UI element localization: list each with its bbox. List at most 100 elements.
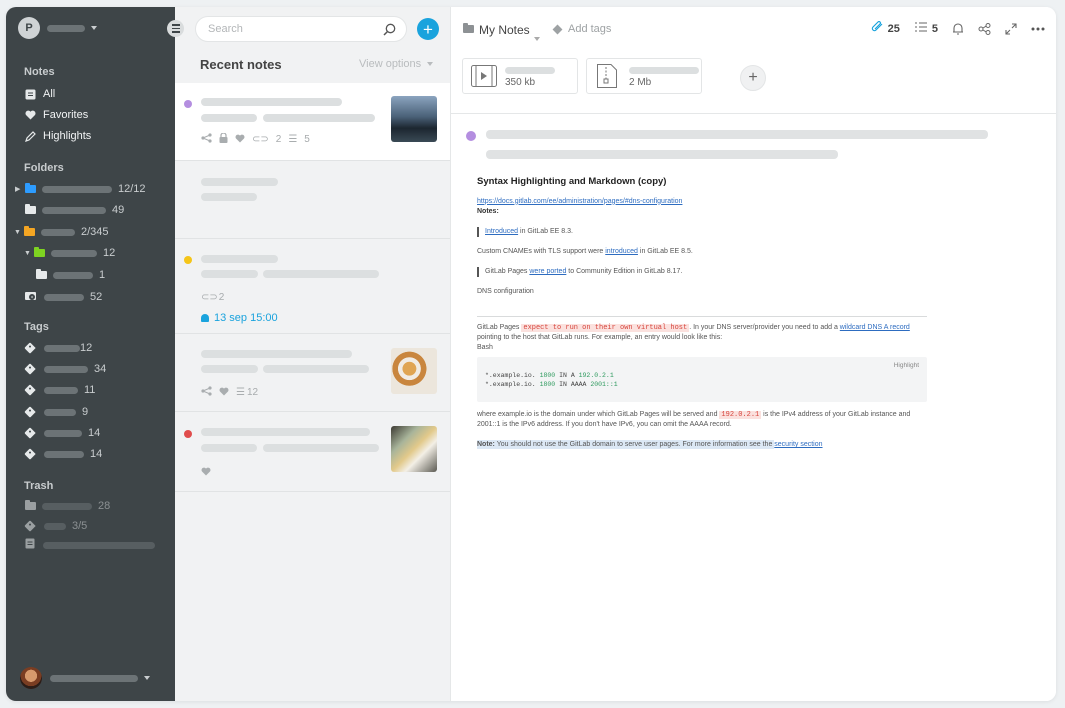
list-item[interactable]: ⊂⊃ 2 ☰ 5 (175, 83, 450, 161)
blockquote: GitLab Pages were ported to Community Ed… (477, 267, 927, 278)
text: Custom CNAMEs with TLS support were (477, 248, 606, 256)
sidebar-item-label: All (43, 88, 56, 100)
trash-note-item[interactable] (25, 538, 155, 552)
file-name-placeholder (505, 67, 555, 74)
color-dot (184, 100, 192, 108)
bell-icon[interactable] (952, 22, 964, 35)
add-attachment-button[interactable]: + (740, 65, 766, 91)
tag-icon (24, 363, 36, 375)
tasks-button[interactable]: 5 (914, 21, 938, 36)
chevron-down-icon[interactable]: ▼ (14, 229, 24, 236)
folder-item[interactable]: 1 (36, 268, 105, 282)
security-link[interactable]: security section (774, 441, 822, 448)
list-item[interactable] (175, 412, 450, 492)
account-switcher[interactable]: P (18, 17, 97, 39)
tag-count: 9 (82, 406, 89, 418)
text: to Community Edition in GitLab 8.17. (566, 268, 683, 276)
menu-toggle-button[interactable] (167, 20, 184, 37)
inline-code: expect to run on their own virtual host (521, 323, 690, 332)
sidebar-item-highlights[interactable]: Highlights (24, 129, 91, 143)
folder-item[interactable]: ▼ 12 (24, 246, 115, 260)
sidebar-item-label: Highlights (43, 130, 92, 142)
folder-item[interactable]: 49 (25, 203, 124, 217)
trash-folder-item[interactable]: 28 (25, 499, 110, 513)
search-input[interactable] (208, 23, 373, 35)
user-name-placeholder (50, 674, 138, 682)
chevron-right-icon[interactable]: ▶ (15, 185, 25, 193)
tag-count: 34 (94, 363, 107, 375)
code-number: 1800 (539, 381, 556, 389)
links-count: 2 (275, 134, 282, 145)
more-options-icon[interactable] (1031, 27, 1045, 31)
attachments-count: 25 (887, 22, 900, 35)
search-box[interactable] (195, 16, 407, 42)
folder-count: 2/345 (81, 226, 109, 238)
attachment-card[interactable]: 350 kb (462, 58, 578, 94)
chevron-down-icon[interactable] (534, 28, 540, 46)
bash-label: Bash (477, 343, 493, 351)
text-placeholder (201, 114, 257, 122)
introduced-link[interactable]: Introduced (485, 228, 518, 235)
introduced-link[interactable]: introduced (605, 248, 638, 255)
folder-item[interactable]: ▼ 2/345 (14, 225, 109, 239)
tag-name-placeholder (44, 386, 78, 394)
note-list: + Recent notes View options ⊂⊃2 ☰5 (175, 7, 450, 701)
dns-heading: DNS configuration (477, 288, 534, 296)
tag-icon (24, 406, 36, 418)
doc-link[interactable]: https://docs.gitlab.com/ee/administratio… (477, 198, 682, 205)
folder-name-placeholder (51, 249, 97, 257)
trash-tag-item[interactable]: 3/5 (24, 519, 87, 533)
folder-icon (463, 23, 474, 33)
tag-item[interactable]: 14 (24, 447, 102, 461)
note-name-placeholder (43, 541, 155, 549)
tag-item[interactable]: 34 (24, 362, 106, 376)
note-icon (24, 88, 36, 100)
list-item[interactable]: ☰ 12 (175, 334, 450, 412)
folder-item-shared[interactable]: 52 (25, 290, 102, 304)
reminder-date: 13 sep 15:00 (214, 312, 278, 324)
view-options-dropdown[interactable]: View options (359, 58, 434, 70)
text: GitLab Pages (485, 268, 530, 276)
tasks-count: 5 (304, 134, 310, 145)
notebook-selector[interactable]: My Notes (479, 23, 530, 37)
reminder-badge[interactable]: 13 sep 15:00 (201, 312, 278, 324)
file-size: 350 kb (505, 77, 536, 88)
folder-name-placeholder (42, 502, 92, 510)
folder-name-placeholder (44, 293, 84, 301)
attachments-button[interactable]: 25 (870, 21, 900, 36)
new-note-button[interactable]: + (417, 18, 439, 40)
account-avatar[interactable]: P (18, 17, 40, 39)
attachments-bar: 350 kb 2 Mb + (451, 51, 1056, 114)
sidebar-item-all[interactable]: All (24, 87, 55, 101)
code-block[interactable]: Highlight *.example.io. 1800 IN A 192.0.… (477, 357, 927, 402)
attachment-card[interactable]: 2 Mb (586, 58, 702, 94)
list-item[interactable] (175, 161, 450, 239)
user-menu[interactable] (20, 667, 150, 689)
chevron-down-icon[interactable]: ▼ (24, 250, 34, 257)
share-icon[interactable] (978, 22, 991, 35)
folder-item[interactable]: ▶ 12/12 (15, 182, 146, 196)
ported-link[interactable]: were ported (529, 268, 566, 275)
plus-icon: + (423, 19, 433, 39)
text: GitLab Pages (477, 323, 522, 331)
tag-item[interactable]: 14 (24, 426, 100, 440)
folder-name-placeholder (41, 228, 75, 236)
tag-item[interactable]: 12 (24, 341, 92, 355)
tag-item[interactable]: 11 (24, 383, 95, 397)
add-tags-button[interactable]: Add tags (552, 23, 611, 35)
note-icon (25, 538, 37, 552)
pen-icon (24, 130, 36, 142)
search-icon[interactable] (383, 23, 396, 41)
doc-title: Syntax Highlighting and Markdown (copy) (477, 176, 667, 187)
code-text: *.example.io. (485, 381, 540, 389)
text: where example.io is the domain under whi… (477, 410, 720, 418)
text: in GitLab EE 8.5. (637, 248, 693, 256)
tag-count: 11 (84, 384, 96, 396)
note-thumbnail (391, 348, 437, 394)
sidebar-item-favorites[interactable]: Favorites (24, 108, 88, 122)
user-avatar[interactable] (20, 667, 42, 689)
tag-item[interactable]: 9 (24, 405, 88, 419)
wildcard-link[interactable]: wildcard DNS A record (840, 324, 910, 331)
expand-icon[interactable] (1005, 22, 1017, 35)
note-content[interactable]: Syntax Highlighting and Markdown (copy) … (477, 175, 927, 460)
